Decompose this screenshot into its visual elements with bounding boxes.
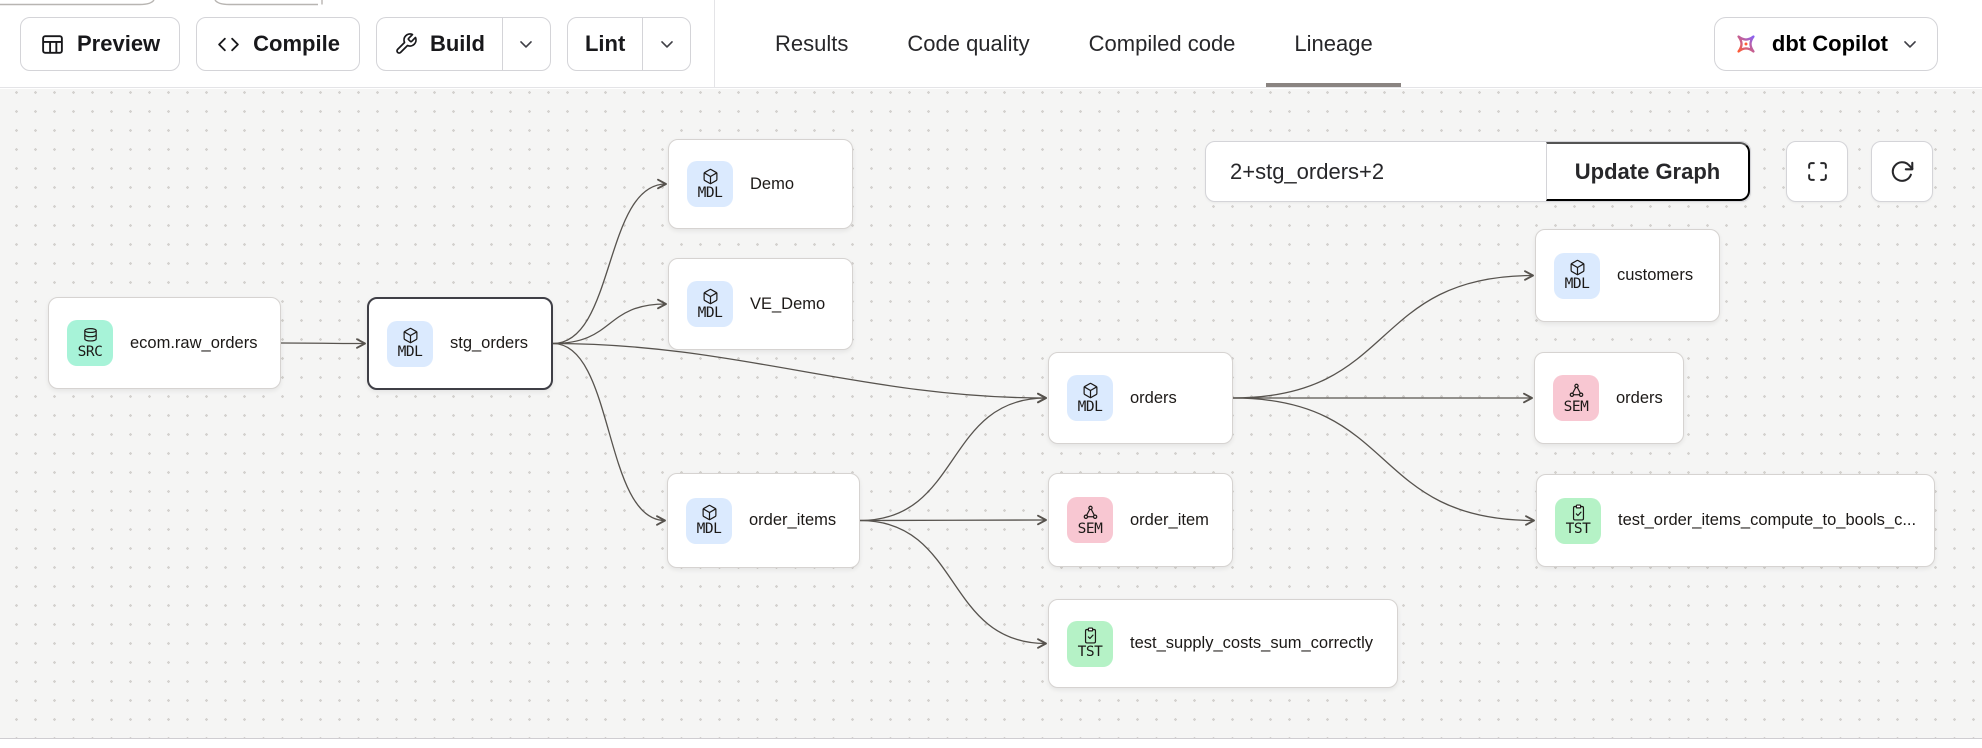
- node-label: orders: [1130, 389, 1177, 408]
- lint-split-button: Lint: [567, 17, 691, 71]
- lint-button[interactable]: Lint: [568, 18, 642, 70]
- lineage-node-stg-orders[interactable]: MDL stg_orders: [367, 297, 553, 390]
- toolbar-divider: [714, 0, 715, 87]
- mdl-badge: MDL: [1554, 253, 1600, 299]
- badge-label: SEM: [1078, 522, 1103, 537]
- cube-icon: [702, 288, 719, 305]
- fullscreen-button[interactable]: [1786, 141, 1848, 202]
- preview-button[interactable]: Preview: [20, 17, 180, 71]
- mdl-badge: MDL: [1067, 375, 1113, 421]
- dbt-copilot-button[interactable]: dbt Copilot: [1714, 17, 1938, 71]
- badge-label: SRC: [78, 345, 103, 360]
- refresh-icon: [1889, 159, 1915, 185]
- badge-label: MDL: [698, 306, 723, 321]
- badge-label: MDL: [1565, 277, 1590, 292]
- badge-label: MDL: [698, 186, 723, 201]
- tst-badge: TST: [1067, 621, 1113, 667]
- chevron-down-icon: [1900, 34, 1920, 54]
- lineage-node-order-items[interactable]: MDL order_items: [667, 473, 860, 568]
- panel-header: Preview Compile Build: [0, 0, 1982, 88]
- wrench-icon: [394, 32, 418, 56]
- node-label: stg_orders: [450, 334, 528, 353]
- tab-compiled-code[interactable]: Compiled code: [1089, 0, 1236, 87]
- test-clipboard-icon: [1082, 627, 1099, 644]
- file-tabstrip-fragment: [0, 0, 760, 8]
- update-graph-button[interactable]: Update Graph: [1546, 142, 1750, 201]
- table-icon: [40, 32, 65, 57]
- lint-dropdown-button[interactable]: [642, 18, 690, 70]
- sem-badge: SEM: [1553, 375, 1599, 421]
- node-label: orders: [1616, 389, 1663, 408]
- mdl-badge: MDL: [687, 281, 733, 327]
- badge-label: TST: [1566, 522, 1591, 537]
- node-label: test_supply_costs_sum_correctly: [1130, 634, 1373, 653]
- node-label: test_order_items_compute_to_bools_c...: [1618, 511, 1916, 530]
- copilot-label: dbt Copilot: [1772, 31, 1888, 57]
- src-badge: SRC: [67, 320, 113, 366]
- cube-icon: [1569, 259, 1586, 276]
- badge-label: MDL: [697, 522, 722, 537]
- toolbar: Preview Compile Build: [20, 17, 691, 71]
- node-label: ecom.raw_orders: [130, 334, 257, 353]
- tab-results[interactable]: Results: [775, 0, 848, 87]
- semantic-graph-icon: [1082, 504, 1099, 521]
- lineage-selector-bar: Update Graph: [1205, 141, 1751, 202]
- node-label: VE_Demo: [750, 295, 825, 314]
- node-label: order_items: [749, 511, 836, 530]
- dbt-copilot-icon: [1732, 30, 1760, 58]
- results-tab-bar: Results Code quality Compiled code Linea…: [775, 0, 1373, 87]
- test-clipboard-icon: [1570, 504, 1587, 521]
- node-label: order_item: [1130, 511, 1209, 530]
- node-label: Demo: [750, 175, 794, 194]
- compile-label: Compile: [253, 31, 340, 57]
- badge-label: TST: [1078, 645, 1103, 660]
- cube-icon: [702, 168, 719, 185]
- cube-icon: [1082, 382, 1099, 399]
- chevron-down-icon: [657, 34, 677, 54]
- cube-icon: [701, 504, 718, 521]
- badge-label: MDL: [398, 345, 423, 360]
- build-label: Build: [430, 31, 485, 57]
- semantic-graph-icon: [1568, 382, 1585, 399]
- sem-badge: SEM: [1067, 497, 1113, 543]
- cube-icon: [402, 327, 419, 344]
- mdl-badge: MDL: [387, 321, 433, 367]
- mdl-badge: MDL: [687, 161, 733, 207]
- lineage-node-demo[interactable]: MDL Demo: [668, 139, 853, 229]
- node-label: customers: [1617, 266, 1693, 285]
- ide-lineage-page: Preview Compile Build: [0, 0, 1982, 748]
- chevron-down-icon: [516, 34, 536, 54]
- build-split-button: Build: [376, 17, 551, 71]
- database-icon: [82, 327, 99, 344]
- badge-label: MDL: [1078, 400, 1103, 415]
- preview-label: Preview: [77, 31, 160, 57]
- code-icon: [216, 32, 241, 57]
- refresh-button[interactable]: [1871, 141, 1933, 202]
- lineage-node-orders-sem[interactable]: SEM orders: [1534, 352, 1684, 444]
- compile-button[interactable]: Compile: [196, 17, 360, 71]
- lineage-node-orders-mdl[interactable]: MDL orders: [1048, 352, 1233, 444]
- lineage-node-ve-demo[interactable]: MDL VE_Demo: [668, 258, 853, 350]
- badge-label: SEM: [1564, 400, 1589, 415]
- build-dropdown-button[interactable]: [502, 18, 550, 70]
- lint-label: Lint: [585, 31, 625, 57]
- lineage-node-customers[interactable]: MDL customers: [1535, 229, 1720, 322]
- build-button[interactable]: Build: [377, 18, 502, 70]
- tst-badge: TST: [1555, 498, 1601, 544]
- fullscreen-icon: [1805, 159, 1830, 184]
- lineage-node-ecom-raw-orders[interactable]: SRC ecom.raw_orders: [48, 297, 281, 389]
- lineage-selector-input[interactable]: [1206, 142, 1546, 201]
- lineage-node-test-order-items[interactable]: TST test_order_items_compute_to_bools_c..…: [1536, 474, 1935, 567]
- tab-code-quality[interactable]: Code quality: [907, 0, 1029, 87]
- lineage-node-order-item-sem[interactable]: SEM order_item: [1048, 473, 1233, 567]
- panel-footer: [0, 738, 1982, 748]
- lineage-node-test-supply[interactable]: TST test_supply_costs_sum_correctly: [1048, 599, 1398, 688]
- tab-lineage[interactable]: Lineage: [1294, 0, 1372, 87]
- mdl-badge: MDL: [686, 498, 732, 544]
